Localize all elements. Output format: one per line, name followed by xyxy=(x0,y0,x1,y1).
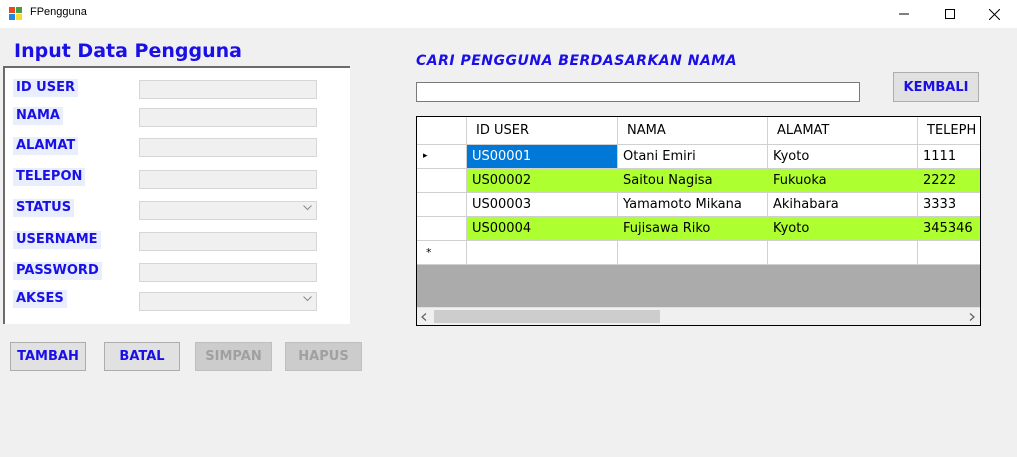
minimize-button[interactable] xyxy=(881,0,927,28)
row-header[interactable] xyxy=(417,217,467,241)
row-header-current[interactable]: ▸ xyxy=(417,145,467,169)
scrollbar-thumb[interactable] xyxy=(434,310,660,323)
app-icon xyxy=(9,7,22,20)
table-cell[interactable]: 2222 xyxy=(918,169,980,193)
label-password: PASSWORD xyxy=(13,262,102,280)
table-cell[interactable]: 345346 xyxy=(918,217,980,241)
table-cell[interactable]: Yamamoto Mikana xyxy=(618,193,768,217)
table-cell[interactable]: 3333 xyxy=(918,193,980,217)
title-bar xyxy=(0,0,1017,28)
row-header[interactable] xyxy=(417,169,467,193)
label-id-user: ID USER xyxy=(13,79,78,97)
form-panel: ID USER NAMA ALAMAT TELEPON STATUS USERN… xyxy=(3,66,350,324)
row-header[interactable] xyxy=(417,193,467,217)
password-input[interactable] xyxy=(139,263,317,282)
chevron-down-icon xyxy=(303,296,312,302)
batal-button[interactable]: BATAL xyxy=(104,342,180,371)
table-cell[interactable]: Fukuoka xyxy=(768,169,918,193)
id-user-input[interactable] xyxy=(139,80,317,99)
alamat-input[interactable] xyxy=(139,138,317,157)
horizontal-scrollbar[interactable] xyxy=(417,307,980,325)
table-cell[interactable]: Akihabara xyxy=(768,193,918,217)
table-cell[interactable]: Kyoto xyxy=(768,217,918,241)
kembali-button[interactable]: KEMBALI xyxy=(893,72,979,102)
column-header-telepon[interactable]: TELEPH xyxy=(918,117,980,145)
label-telepon: TELEPON xyxy=(13,168,86,186)
close-icon xyxy=(988,8,1000,20)
table-cell[interactable]: Saitou Nagisa xyxy=(618,169,768,193)
minimize-icon xyxy=(899,13,909,15)
new-row-cell[interactable] xyxy=(918,241,980,265)
search-title: CARI PENGGUNA BERDASARKAN NAMA xyxy=(416,53,738,69)
label-username: USERNAME xyxy=(13,231,101,249)
telepon-input[interactable] xyxy=(139,170,317,189)
maximize-button[interactable] xyxy=(927,0,973,28)
column-header-alamat[interactable]: ALAMAT xyxy=(768,117,918,145)
chevron-down-icon xyxy=(303,205,312,211)
label-alamat: ALAMAT xyxy=(13,137,79,155)
label-status: STATUS xyxy=(13,199,75,217)
status-select[interactable] xyxy=(139,201,317,220)
simpan-button[interactable]: SIMPAN xyxy=(195,342,272,371)
new-row-cell[interactable] xyxy=(467,241,618,265)
label-akses: AKSES xyxy=(13,290,67,308)
table-cell[interactable]: Kyoto xyxy=(768,145,918,169)
table-cell[interactable]: US00004 xyxy=(467,217,618,241)
search-input[interactable] xyxy=(416,82,860,102)
maximize-icon xyxy=(945,9,955,19)
nama-input[interactable] xyxy=(139,108,317,127)
table-cell[interactable]: Fujisawa Riko xyxy=(618,217,768,241)
close-button[interactable] xyxy=(971,0,1017,28)
column-header-nama[interactable]: NAMA xyxy=(618,117,768,145)
column-header-id-user[interactable]: ID USER xyxy=(467,117,618,145)
tambah-button[interactable]: TAMBAH xyxy=(10,342,86,371)
label-nama: NAMA xyxy=(13,107,63,125)
form-title: Input Data Pengguna xyxy=(14,40,242,62)
table-cell[interactable]: US00001 xyxy=(467,145,618,169)
window-title: FPengguna xyxy=(30,6,87,18)
table-cell[interactable]: US00003 xyxy=(467,193,618,217)
table-cell[interactable]: 1111 xyxy=(918,145,980,169)
table-cell[interactable]: US00002 xyxy=(467,169,618,193)
new-row-cell[interactable] xyxy=(768,241,918,265)
new-row-cell[interactable] xyxy=(618,241,768,265)
scroll-right-icon[interactable] xyxy=(969,313,975,321)
hapus-button[interactable]: HAPUS xyxy=(285,342,362,371)
row-header-new[interactable]: * xyxy=(417,241,467,265)
table-cell[interactable]: Otani Emiri xyxy=(618,145,768,169)
grid-corner xyxy=(417,117,467,145)
akses-select[interactable] xyxy=(139,292,317,311)
username-input[interactable] xyxy=(139,232,317,251)
scroll-left-icon[interactable] xyxy=(421,313,427,321)
data-grid[interactable]: ID USER NAMA ALAMAT TELEPH ▸ US00001 Ota… xyxy=(416,116,981,326)
